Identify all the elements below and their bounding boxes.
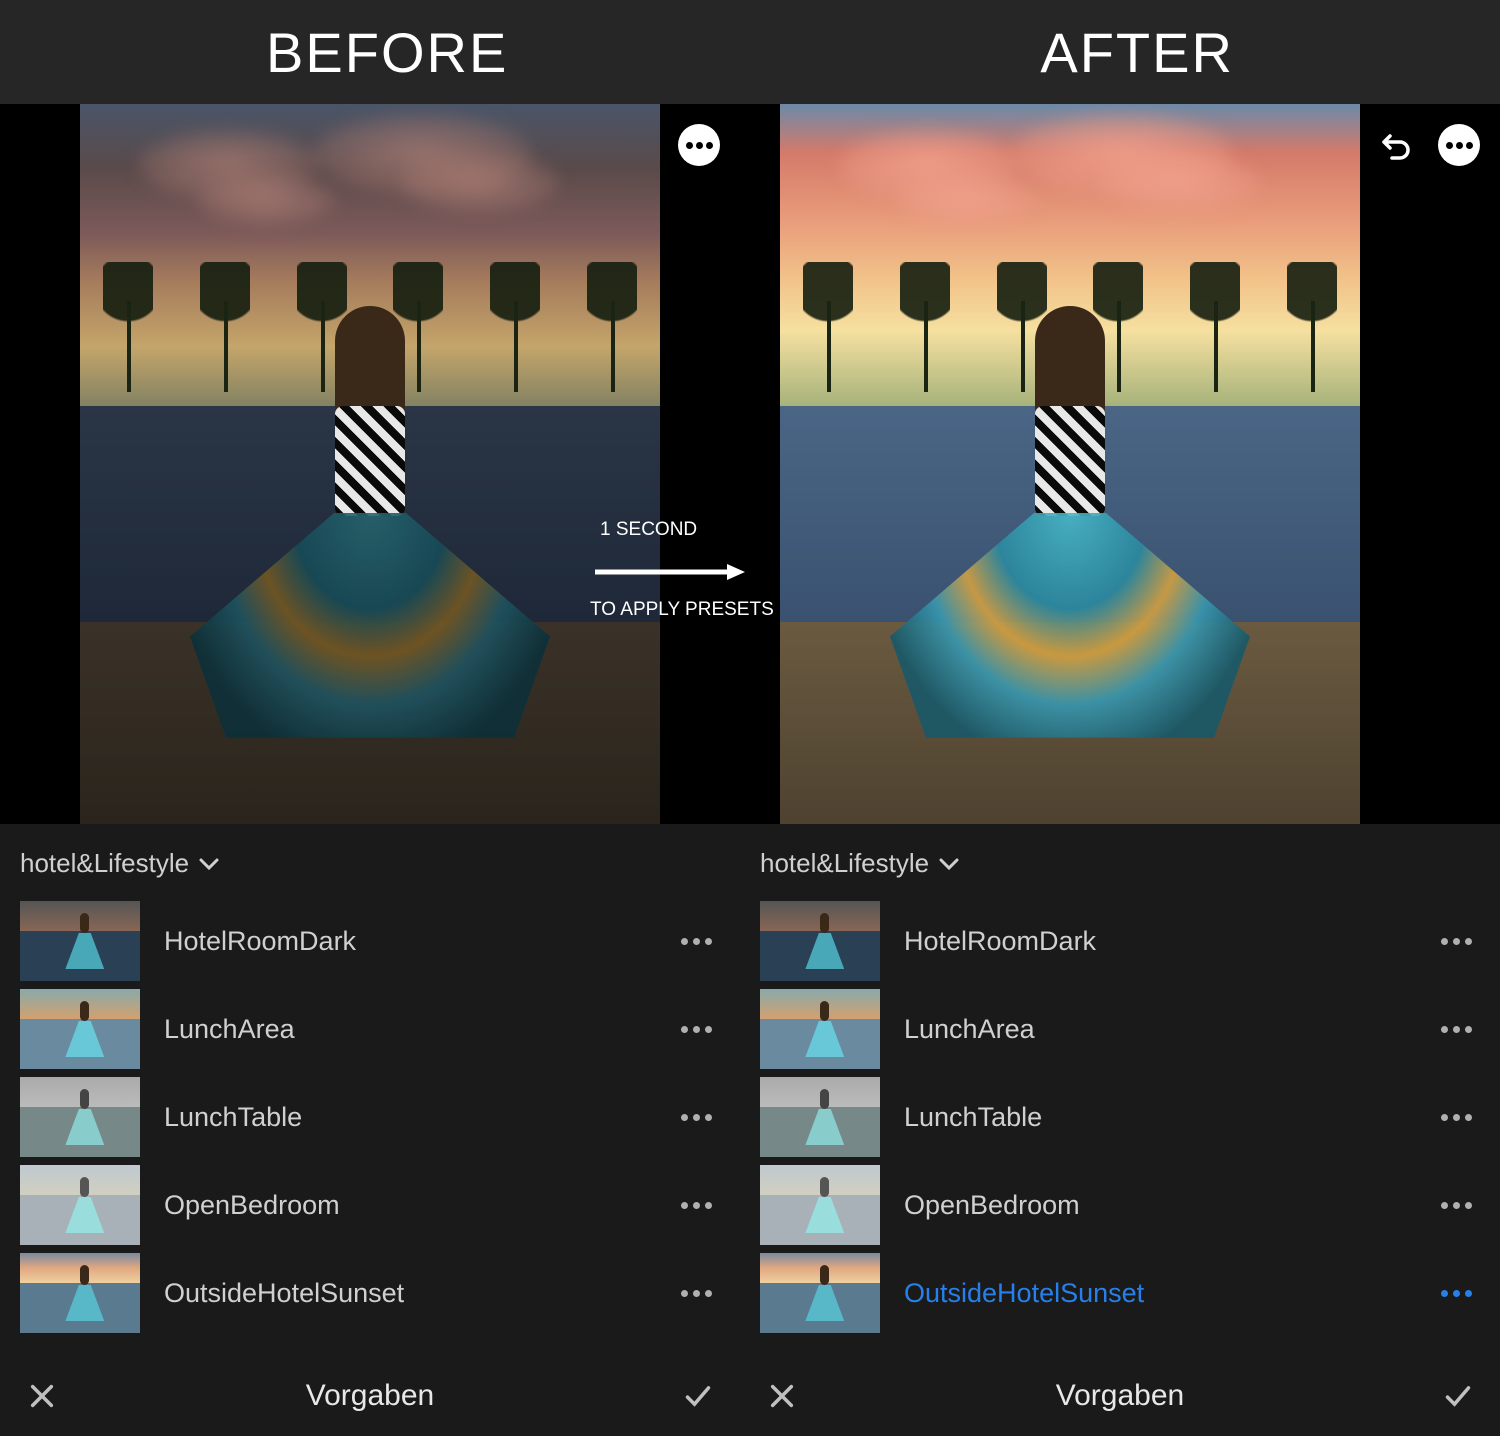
arrow-icon (595, 562, 745, 582)
preset-item[interactable]: OutsideHotelSunset (0, 1249, 740, 1337)
cancel-button[interactable] (28, 1382, 56, 1410)
preset-thumbnail (760, 1253, 880, 1333)
preset-more-icon[interactable] (681, 1026, 720, 1033)
preset-item[interactable]: OpenBedroom (0, 1161, 740, 1249)
preset-name: OutsideHotelSunset (164, 1278, 657, 1309)
before-photo[interactable] (80, 104, 660, 824)
preset-section: hotel&Lifestyle HotelRoomDark LunchArea … (0, 824, 740, 1356)
preset-thumbnail (20, 1165, 140, 1245)
comparison-header: BEFORE AFTER (0, 0, 1500, 104)
cancel-button[interactable] (768, 1382, 796, 1410)
preset-name: OpenBedroom (904, 1190, 1417, 1221)
bottom-bar: Vorgaben (740, 1356, 1500, 1436)
preset-item[interactable]: LunchTable (0, 1073, 740, 1161)
preset-item[interactable]: OutsideHotelSunset (740, 1249, 1500, 1337)
chevron-down-icon (939, 857, 959, 871)
bottom-bar-title: Vorgaben (1056, 1379, 1184, 1413)
after-image-area (740, 104, 1500, 824)
preset-thumbnail (20, 989, 140, 1069)
preset-more-icon[interactable] (1441, 1026, 1480, 1033)
more-options-button[interactable] (1438, 124, 1480, 166)
preset-name: LunchTable (164, 1102, 657, 1133)
before-panel: 1 SECOND TO APPLY PRESETS hotel&Lifestyl… (0, 104, 740, 1436)
preset-more-icon[interactable] (681, 1202, 720, 1209)
after-photo[interactable] (780, 104, 1360, 824)
preset-name: LunchTable (904, 1102, 1417, 1133)
preset-name: OutsideHotelSunset (904, 1278, 1417, 1309)
preset-name: LunchArea (164, 1014, 657, 1045)
preset-name: OpenBedroom (164, 1190, 657, 1221)
category-dropdown[interactable]: hotel&Lifestyle (0, 840, 740, 897)
preset-item[interactable]: LunchArea (0, 985, 740, 1073)
category-dropdown[interactable]: hotel&Lifestyle (740, 840, 1500, 897)
preset-thumbnail (20, 1077, 140, 1157)
preset-more-icon[interactable] (1441, 938, 1480, 945)
preset-name: HotelRoomDark (904, 926, 1417, 957)
category-name: hotel&Lifestyle (20, 848, 189, 879)
preset-thumbnail (760, 1077, 880, 1157)
undo-button[interactable] (1376, 126, 1414, 164)
overlay-text-line2: TO APPLY PRESETS (590, 599, 774, 621)
preset-more-icon[interactable] (1441, 1290, 1480, 1297)
after-panel: hotel&Lifestyle HotelRoomDark LunchArea … (740, 104, 1500, 1436)
after-label: AFTER (1040, 20, 1234, 85)
preset-thumbnail (760, 901, 880, 981)
before-image-area (0, 104, 740, 824)
bottom-bar: Vorgaben (0, 1356, 740, 1436)
preset-thumbnail (20, 901, 140, 981)
more-options-button[interactable] (678, 124, 720, 166)
before-label: BEFORE (266, 20, 508, 85)
preset-more-icon[interactable] (681, 938, 720, 945)
preset-item[interactable]: HotelRoomDark (740, 897, 1500, 985)
preset-item[interactable]: LunchArea (740, 985, 1500, 1073)
preset-thumbnail (20, 1253, 140, 1333)
preset-more-icon[interactable] (681, 1114, 720, 1121)
bottom-bar-title: Vorgaben (306, 1379, 434, 1413)
chevron-down-icon (199, 857, 219, 871)
preset-item[interactable]: HotelRoomDark (0, 897, 740, 985)
preset-thumbnail (760, 1165, 880, 1245)
preset-thumbnail (760, 989, 880, 1069)
preset-name: HotelRoomDark (164, 926, 657, 957)
preset-item[interactable]: OpenBedroom (740, 1161, 1500, 1249)
main-content: 1 SECOND TO APPLY PRESETS hotel&Lifestyl… (0, 104, 1500, 1436)
preset-more-icon[interactable] (681, 1290, 720, 1297)
preset-more-icon[interactable] (1441, 1114, 1480, 1121)
confirm-button[interactable] (684, 1382, 712, 1410)
preset-item[interactable]: LunchTable (740, 1073, 1500, 1161)
overlay-text-line1: 1 SECOND (600, 519, 697, 541)
preset-more-icon[interactable] (1441, 1202, 1480, 1209)
preset-section: hotel&Lifestyle HotelRoomDark LunchArea … (740, 824, 1500, 1356)
preset-name: LunchArea (904, 1014, 1417, 1045)
category-name: hotel&Lifestyle (760, 848, 929, 879)
confirm-button[interactable] (1444, 1382, 1472, 1410)
